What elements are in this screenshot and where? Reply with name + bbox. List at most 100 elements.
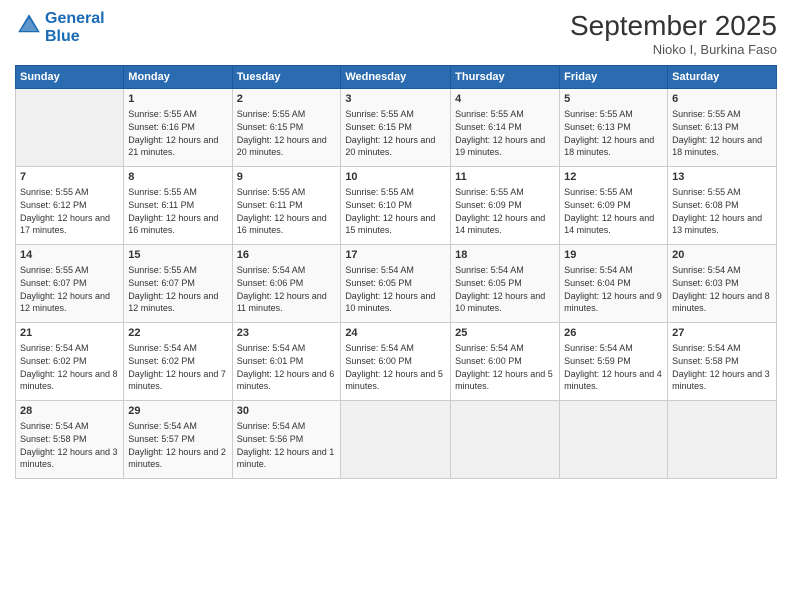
logo-text-line2: Blue <box>45 28 105 46</box>
header: General Blue September 2025 Nioko I, Bur… <box>15 10 777 57</box>
daylight: Daylight: 12 hours and 10 minutes. <box>345 291 435 314</box>
day-number: 21 <box>20 326 119 341</box>
sunset: Sunset: 6:06 PM <box>237 278 304 288</box>
daylight: Daylight: 12 hours and 20 minutes. <box>237 135 327 158</box>
daylight: Daylight: 12 hours and 19 minutes. <box>455 135 545 158</box>
day-number: 1 <box>128 92 227 107</box>
header-row: Sunday Monday Tuesday Wednesday Thursday… <box>16 66 777 89</box>
sunset: Sunset: 6:15 PM <box>345 122 412 132</box>
daylight: Daylight: 12 hours and 12 minutes. <box>20 291 110 314</box>
sunrise: Sunrise: 5:54 AM <box>455 265 524 275</box>
header-saturday: Saturday <box>668 66 777 89</box>
header-friday: Friday <box>560 66 668 89</box>
sunrise: Sunrise: 5:55 AM <box>672 187 741 197</box>
day-number: 20 <box>672 248 772 263</box>
daylight: Daylight: 12 hours and 5 minutes. <box>345 369 443 392</box>
cell-2-0: 14Sunrise: 5:55 AMSunset: 6:07 PMDayligh… <box>16 245 124 323</box>
daylight: Daylight: 12 hours and 16 minutes. <box>128 213 218 236</box>
day-number: 30 <box>237 404 337 419</box>
calendar-page: General Blue September 2025 Nioko I, Bur… <box>0 0 792 612</box>
title-block: September 2025 Nioko I, Burkina Faso <box>570 10 777 57</box>
day-number: 12 <box>564 170 663 185</box>
daylight: Daylight: 12 hours and 8 minutes. <box>672 291 770 314</box>
daylight: Daylight: 12 hours and 3 minutes. <box>20 447 118 470</box>
cell-4-6 <box>668 401 777 479</box>
day-number: 9 <box>237 170 337 185</box>
cell-1-3: 10Sunrise: 5:55 AMSunset: 6:10 PMDayligh… <box>341 167 451 245</box>
sunset: Sunset: 6:15 PM <box>237 122 304 132</box>
day-number: 8 <box>128 170 227 185</box>
sunrise: Sunrise: 5:55 AM <box>564 109 633 119</box>
header-monday: Monday <box>124 66 232 89</box>
day-number: 19 <box>564 248 663 263</box>
daylight: Daylight: 12 hours and 15 minutes. <box>345 213 435 236</box>
day-number: 7 <box>20 170 119 185</box>
cell-3-0: 21Sunrise: 5:54 AMSunset: 6:02 PMDayligh… <box>16 323 124 401</box>
cell-1-6: 13Sunrise: 5:55 AMSunset: 6:08 PMDayligh… <box>668 167 777 245</box>
day-number: 24 <box>345 326 446 341</box>
day-number: 18 <box>455 248 555 263</box>
cell-4-0: 28Sunrise: 5:54 AMSunset: 5:58 PMDayligh… <box>16 401 124 479</box>
sunrise: Sunrise: 5:54 AM <box>672 343 741 353</box>
sunrise: Sunrise: 5:55 AM <box>455 187 524 197</box>
day-number: 26 <box>564 326 663 341</box>
sunrise: Sunrise: 5:54 AM <box>237 265 306 275</box>
daylight: Daylight: 12 hours and 18 minutes. <box>564 135 654 158</box>
sunrise: Sunrise: 5:55 AM <box>128 187 197 197</box>
sunset: Sunset: 6:14 PM <box>455 122 522 132</box>
header-wednesday: Wednesday <box>341 66 451 89</box>
sunrise: Sunrise: 5:54 AM <box>20 421 89 431</box>
sunrise: Sunrise: 5:54 AM <box>20 343 89 353</box>
sunset: Sunset: 6:02 PM <box>20 356 87 366</box>
sunrise: Sunrise: 5:54 AM <box>345 343 414 353</box>
daylight: Daylight: 12 hours and 4 minutes. <box>564 369 662 392</box>
sunset: Sunset: 5:58 PM <box>20 434 87 444</box>
daylight: Daylight: 12 hours and 6 minutes. <box>237 369 335 392</box>
cell-1-0: 7Sunrise: 5:55 AMSunset: 6:12 PMDaylight… <box>16 167 124 245</box>
cell-0-1: 1Sunrise: 5:55 AMSunset: 6:16 PMDaylight… <box>124 89 232 167</box>
sunset: Sunset: 6:16 PM <box>128 122 195 132</box>
sunset: Sunset: 6:13 PM <box>672 122 739 132</box>
daylight: Daylight: 12 hours and 18 minutes. <box>672 135 762 158</box>
header-sunday: Sunday <box>16 66 124 89</box>
cell-3-2: 23Sunrise: 5:54 AMSunset: 6:01 PMDayligh… <box>232 323 341 401</box>
sunset: Sunset: 6:13 PM <box>564 122 631 132</box>
day-number: 4 <box>455 92 555 107</box>
week-row-1: 7 Sunrise: 5:55 AM Sunset: 6:12 PM Daylight… <box>16 167 777 245</box>
day-number: 3 <box>345 92 446 107</box>
sunset: Sunset: 6:08 PM <box>672 200 739 210</box>
daylight: Daylight: 12 hours and 14 minutes. <box>455 213 545 236</box>
day-number: 5 <box>564 92 663 107</box>
sunrise: Sunrise: 5:55 AM <box>237 109 306 119</box>
sunrise: Sunrise: 5:54 AM <box>672 265 741 275</box>
daylight: Daylight: 12 hours and 10 minutes. <box>455 291 545 314</box>
sunrise: Sunrise: 5:54 AM <box>128 343 197 353</box>
logo: General Blue <box>15 10 105 45</box>
sunrise: Sunrise: 5:54 AM <box>237 421 306 431</box>
day-number: 17 <box>345 248 446 263</box>
sunrise: Sunrise: 5:55 AM <box>455 109 524 119</box>
cell-2-4: 18Sunrise: 5:54 AMSunset: 6:05 PMDayligh… <box>451 245 560 323</box>
daylight: Daylight: 12 hours and 2 minutes. <box>128 447 226 470</box>
sunset: Sunset: 6:10 PM <box>345 200 412 210</box>
sunset: Sunset: 6:02 PM <box>128 356 195 366</box>
sunrise: Sunrise: 5:54 AM <box>455 343 524 353</box>
day-number: 2 <box>237 92 337 107</box>
sunset: Sunset: 6:07 PM <box>128 278 195 288</box>
daylight: Daylight: 12 hours and 11 minutes. <box>237 291 327 314</box>
sunset: Sunset: 6:11 PM <box>237 200 303 210</box>
sunrise: Sunrise: 5:55 AM <box>20 187 89 197</box>
cell-1-2: 9Sunrise: 5:55 AMSunset: 6:11 PMDaylight… <box>232 167 341 245</box>
day-number: 10 <box>345 170 446 185</box>
sunset: Sunset: 6:00 PM <box>455 356 522 366</box>
sunrise: Sunrise: 5:54 AM <box>564 343 633 353</box>
sunset: Sunset: 6:09 PM <box>455 200 522 210</box>
daylight: Daylight: 12 hours and 12 minutes. <box>128 291 218 314</box>
daylight: Daylight: 12 hours and 7 minutes. <box>128 369 226 392</box>
cell-4-4 <box>451 401 560 479</box>
sunset: Sunset: 6:12 PM <box>20 200 87 210</box>
sunrise: Sunrise: 5:55 AM <box>672 109 741 119</box>
sunrise: Sunrise: 5:54 AM <box>564 265 633 275</box>
cell-0-2: 2 Sunrise: 5:55 AM Sunset: 6:15 PM Daylight… <box>232 89 341 167</box>
sunset: Sunset: 5:58 PM <box>672 356 739 366</box>
